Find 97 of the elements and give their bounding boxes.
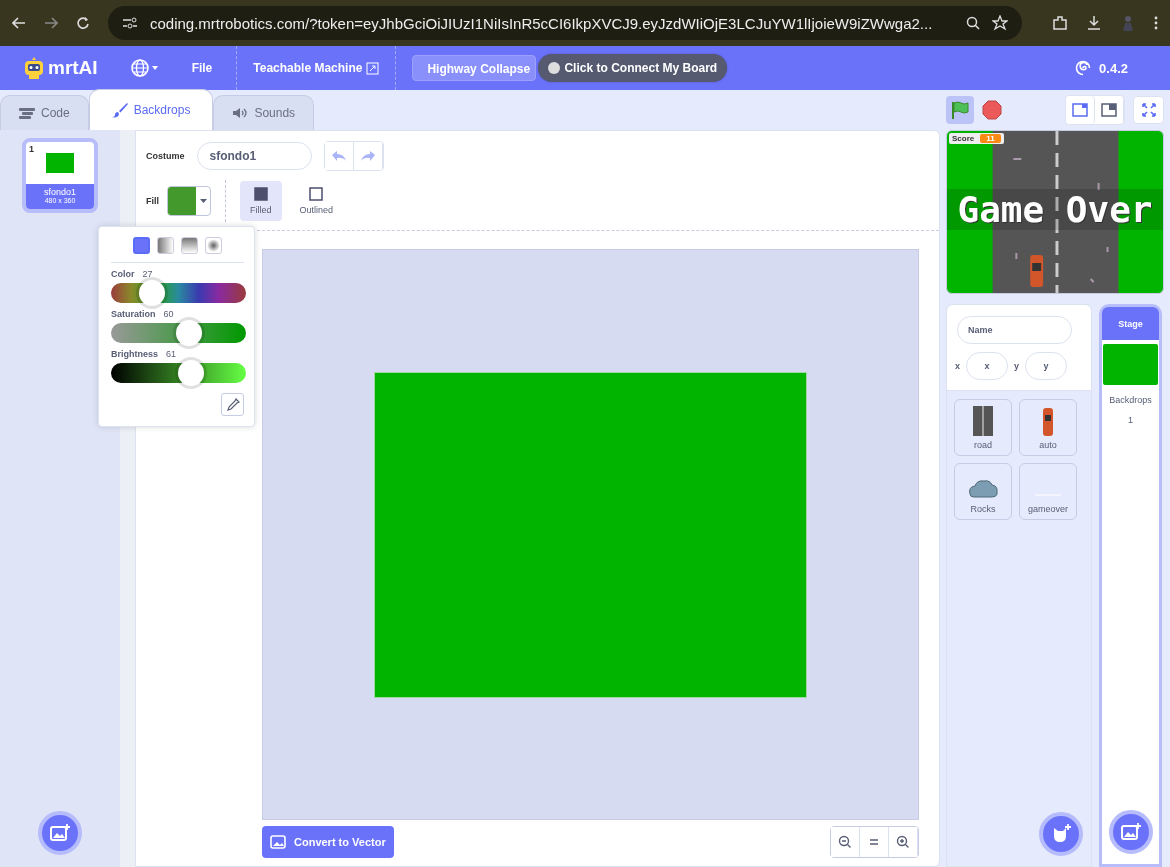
image-icon	[270, 835, 286, 849]
car-icon	[1043, 408, 1053, 436]
cat-plus-icon	[1051, 824, 1071, 844]
x-field[interactable]: x	[966, 352, 1008, 380]
backdrops-label: Backdrops	[1109, 395, 1152, 405]
small-stage-icon	[1072, 103, 1088, 117]
stop-button[interactable]	[982, 100, 1002, 120]
editor-tab[interactable]: Sounds	[213, 95, 315, 130]
zoom-icon[interactable]	[966, 16, 980, 30]
fill-mode-button[interactable]	[181, 237, 198, 254]
slider-value: 60	[163, 309, 174, 319]
stage-thumbnail[interactable]	[1103, 344, 1158, 385]
fill-style-button[interactable]: Outlined	[289, 181, 344, 221]
eyedropper-icon	[225, 397, 240, 412]
editor-tab[interactable]: Backdrops	[88, 89, 214, 130]
backdrop-thumbnail	[46, 153, 74, 173]
equals-icon	[869, 838, 879, 846]
robot-logo-icon	[22, 56, 46, 80]
backdrop-name: sfondo1	[44, 187, 76, 197]
url-text: coding.mrtrobotics.com/?token=eyJhbGciOiJIUzI1NiIsInR5cCI6IkpXVCJ9.eyJzdWIiOjE3LCJuYW1lIjoieW9iZWwga2...	[150, 14, 934, 32]
fullscreen-button[interactable]	[1133, 96, 1164, 124]
score-value: 11	[980, 134, 1001, 143]
x-label: x	[955, 361, 960, 371]
fill-mode-button[interactable]	[157, 237, 174, 254]
filled-square-icon	[253, 187, 268, 201]
extensions-icon[interactable]	[1052, 15, 1068, 31]
address-bar[interactable]: coding.mrtrobotics.com/?token=eyJhbGciOiJIUzI1NiIsInR5cCI6IkpXVCJ9.eyJzdWIiOjE3LCJuYW1lIjoieW9iZWwga2...	[108, 6, 1022, 40]
backdrops-count: 1	[1128, 415, 1133, 425]
undo-icon	[330, 150, 347, 162]
slider-label: Brightness	[111, 349, 158, 359]
add-backdrop-button[interactable]	[38, 811, 82, 855]
stage-panel-title: Stage	[1102, 307, 1159, 340]
costume-name-field[interactable]: sfondo1	[196, 142, 312, 170]
eyedropper-button[interactable]	[221, 393, 244, 416]
teachable-machine-link[interactable]: Teachable Machine	[236, 46, 397, 90]
rocks-icon	[968, 478, 998, 500]
road-icon	[973, 406, 993, 436]
fill-style-button[interactable]: Filled	[240, 181, 282, 221]
costume-label: Costume	[146, 151, 185, 161]
add-backdrop-button[interactable]	[1108, 810, 1153, 854]
stage-preview[interactable]: Score 11 Game Over	[946, 130, 1164, 294]
sprite-card[interactable]: road	[954, 399, 1012, 456]
y-field[interactable]: y	[1025, 352, 1068, 380]
connect-board-button[interactable]: Click to Connect My Board	[538, 54, 728, 82]
slider-value: 61	[166, 349, 177, 359]
external-link-icon	[366, 61, 380, 75]
zoom-out-icon	[838, 835, 852, 849]
color-slider-track[interactable]	[111, 363, 246, 383]
add-image-icon	[1120, 823, 1141, 841]
slider-label: Saturation	[111, 309, 156, 319]
version-label: 0.4.2	[1099, 60, 1128, 76]
site-settings-icon[interactable]	[122, 16, 138, 30]
outlined-square-icon	[309, 187, 324, 201]
redo-icon	[359, 150, 376, 162]
flag-icon	[950, 100, 970, 120]
editor-tab[interactable]: Code	[0, 95, 89, 130]
y-label: y	[1014, 361, 1020, 371]
zoom-out-button[interactable]	[831, 827, 860, 857]
fill-color-dropdown[interactable]	[167, 186, 211, 216]
reload-icon[interactable]	[76, 16, 90, 30]
slider-handle[interactable]	[138, 280, 165, 306]
add-sprite-button[interactable]	[1039, 812, 1083, 856]
spiral-icon	[1075, 60, 1092, 76]
slider-value: 27	[142, 269, 153, 279]
color-slider-track[interactable]	[111, 323, 246, 343]
sprite-card[interactable]: auto	[1019, 399, 1077, 456]
caret-icon	[199, 199, 207, 203]
color-slider-track[interactable]	[111, 283, 246, 303]
file-menu[interactable]: File	[175, 46, 229, 90]
score-label: Score	[952, 134, 975, 143]
language-globe-icon[interactable]	[129, 58, 160, 78]
sprite-card[interactable]: Rocks	[954, 463, 1012, 520]
download-icon[interactable]	[1086, 15, 1102, 31]
zoom-in-icon	[896, 835, 910, 849]
flag-button[interactable]	[946, 96, 974, 124]
fill-label: Fill	[146, 196, 159, 206]
slider-label: Color	[111, 269, 135, 279]
large-stage-icon	[1101, 103, 1117, 117]
slider-handle[interactable]	[176, 320, 203, 346]
game-over-text: Game Over	[947, 189, 1163, 230]
more-menu-icon[interactable]	[1154, 16, 1158, 30]
sprite-name-field[interactable]: Name	[957, 316, 1072, 344]
sprite-card[interactable]: gameover	[1019, 463, 1077, 520]
bookmark-star-icon[interactable]	[992, 15, 1008, 31]
backdrop-number: 1	[29, 144, 34, 154]
forward-icon[interactable]	[44, 17, 58, 29]
convert-to-vector-button[interactable]: Convert to Vector	[262, 826, 394, 858]
speaker-icon	[232, 107, 249, 119]
fill-mode-button[interactable]	[205, 237, 222, 254]
back-icon[interactable]	[12, 17, 26, 29]
fullscreen-icon	[1141, 103, 1156, 117]
paintbrush-icon	[111, 102, 128, 118]
add-image-icon	[50, 824, 70, 842]
code-blocks-icon	[19, 107, 35, 119]
app-logo[interactable]: mrtAI	[48, 57, 98, 79]
slider-handle[interactable]	[177, 360, 204, 386]
small-stage-button[interactable]	[1066, 96, 1095, 124]
